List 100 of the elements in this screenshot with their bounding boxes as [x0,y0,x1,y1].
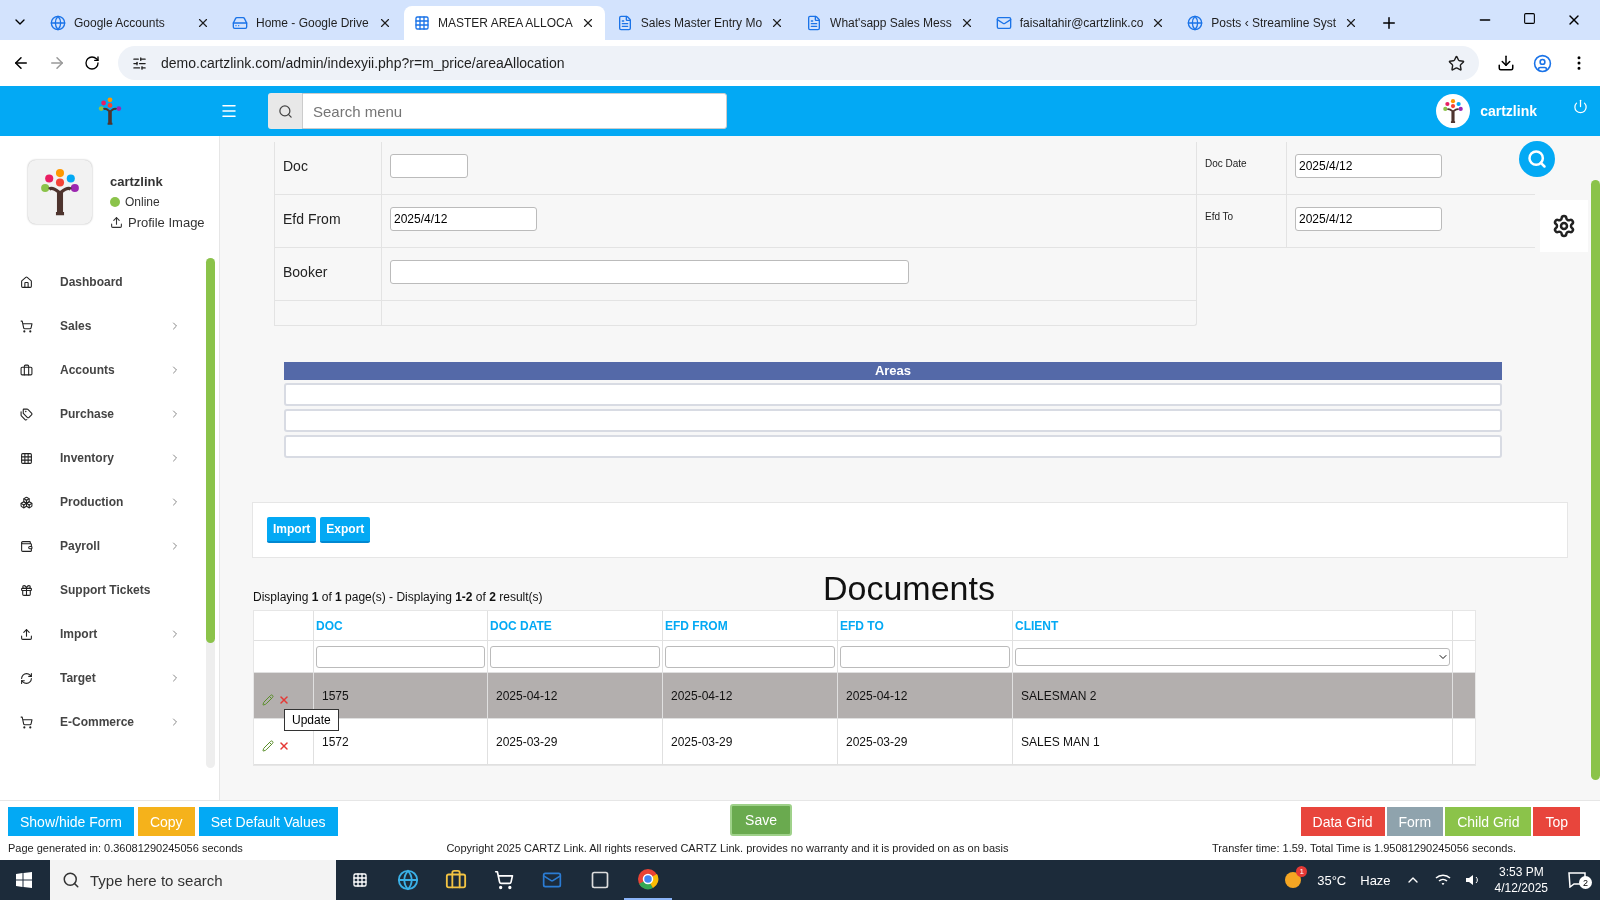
address-bar[interactable]: demo.cartzlink.com/admin/indexyii.php?r=m_price/areaAllocation [118,46,1479,80]
field-label: Booker [275,248,382,300]
site-settings-icon[interactable] [132,55,147,71]
page-generated-text: Page generated in: 0.36081290245056 seconds [8,842,243,854]
reload-icon[interactable] [84,55,100,71]
back-icon[interactable] [12,54,30,72]
table-cell: SALES MAN 1 [1013,719,1453,764]
settings-button[interactable] [1540,200,1588,252]
table-cell: 2025-03-29 [488,719,663,764]
scrollbar-thumb[interactable] [1591,180,1600,780]
sidebar-item[interactable]: Inventory [0,436,219,480]
speaker-icon[interactable] [1464,873,1481,887]
profile-icon[interactable] [1533,53,1552,73]
restore-icon[interactable] [1523,12,1536,25]
drive-icon [232,15,248,31]
user-avatar[interactable] [1436,94,1471,128]
search-button[interactable] [1519,141,1555,177]
search-icon [277,103,293,119]
sidebar-item[interactable]: Target [0,656,219,700]
weather-badge: 1 [1296,866,1308,877]
sidebar-item[interactable]: E-Commerce [0,700,219,744]
house-icon [20,275,33,289]
filter-field[interactable] [316,645,485,668]
copyright-text: Copyright 2025 CARTZ Link. All rights reserved CARTZ Link. provides no warranty and it is provided on as on basis [446,842,1009,854]
boxes-icon [20,495,33,509]
input-field[interactable]: 2025/4/12 [1295,154,1442,178]
areas-header: Areas [284,362,1502,380]
taskbar-search-field[interactable]: Type here to search [50,860,336,900]
action-button[interactable]: Top [1533,807,1580,836]
sidebar-item[interactable]: Purchase [0,392,219,436]
grid-title: Documents [823,569,995,609]
action-button[interactable]: Data Grid [1300,807,1385,836]
browser-tab[interactable]: Google Accounts [40,6,220,40]
wallet-icon [20,539,33,553]
status-text: Online [125,195,160,209]
wifi-icon[interactable] [1434,873,1451,887]
browser-tab[interactable]: MASTER AREA ALLOCA [404,6,605,40]
delete-icon[interactable] [278,739,290,752]
download-icon[interactable] [1497,54,1515,72]
online-status-dot [110,197,120,207]
grid-icon [414,15,430,31]
power-icon[interactable] [1573,98,1588,114]
input-field[interactable] [390,260,909,284]
upload-icon [110,216,123,229]
search-button[interactable] [268,93,302,129]
forward-icon[interactable] [48,54,66,72]
mail-icon [995,15,1012,31]
filter-field[interactable] [490,645,660,668]
profile-name: cartzlink [110,174,164,189]
sidebar-item[interactable]: Production [0,480,219,524]
filter-field[interactable] [840,645,1010,668]
browser-tab[interactable]: faisaltahir@cartzlink.co [985,6,1176,40]
field-label: Doc Date [1197,142,1287,194]
gift-icon [20,583,33,597]
sidebar-item[interactable]: Accounts [0,348,219,392]
search-icon [62,871,80,889]
browser-tab[interactable]: Sales Master Entry Mo [606,6,795,40]
transfer-time-text: Transfer time: 1.59. Total Time is 1.95081290245056 seconds. [1212,842,1516,854]
document-icon [616,15,633,31]
browser-tab[interactable]: Posts ‹ Streamline Syst [1177,6,1369,40]
input-field[interactable]: 2025/4/12 [1295,207,1442,231]
settings-icon [1552,214,1576,238]
scrollbar-thumb[interactable] [206,258,215,643]
globe-icon [50,15,66,31]
refresh-icon [20,671,33,685]
field-label: Doc [275,142,382,194]
filter-field[interactable] [665,645,835,668]
field-label: Efd From [275,195,382,247]
globe-icon [1187,15,1204,31]
input-field[interactable] [284,435,1502,458]
sidebar-item[interactable]: Import [0,612,219,656]
input-field[interactable] [284,383,1502,406]
close-icon[interactable] [378,16,392,30]
close-icon[interactable] [196,16,210,30]
bookmark-star-icon[interactable] [1448,54,1465,72]
input-field[interactable] [390,154,468,178]
table-cell: 2025-03-29 [663,719,838,764]
grid-icon [20,451,33,465]
edit-icon[interactable] [262,739,274,752]
table-cell: 2025-04-12 [663,673,838,718]
briefcase-icon [20,363,33,377]
input-field[interactable]: 2025/4/12 [390,207,537,231]
field-label: Efd To [1197,195,1287,247]
input-field[interactable] [284,409,1502,432]
sidebar-item[interactable]: Support Tickets [0,568,219,612]
pager-text: Displaying 1 of 1 page(s) - Displaying 1-2 of 2 result(s) [253,590,544,606]
windows-icon [16,872,32,888]
search-icon [1527,149,1547,169]
cart-icon [20,715,33,729]
url-text: demo.cartzlink.com/admin/indexyii.php?r=m_price/areaAllocation [161,55,566,71]
browser-tab[interactable]: What'sapp Sales Mess [796,6,984,40]
sidebar-item[interactable]: Payroll [0,524,219,568]
clock-date: 4/12/2025 [1494,880,1548,896]
table-cell: SALESMAN 2 [1013,673,1453,718]
browser-tab[interactable]: Home - Google Drive [222,6,402,40]
sidebar-item[interactable]: Sales [0,304,219,348]
sidebar-item[interactable]: Dashboard [0,260,219,304]
search-field[interactable]: Search menu [302,93,727,129]
weather-condition-text: Haze [1360,872,1391,888]
profile-image-link[interactable]: Profile Image [128,215,205,230]
